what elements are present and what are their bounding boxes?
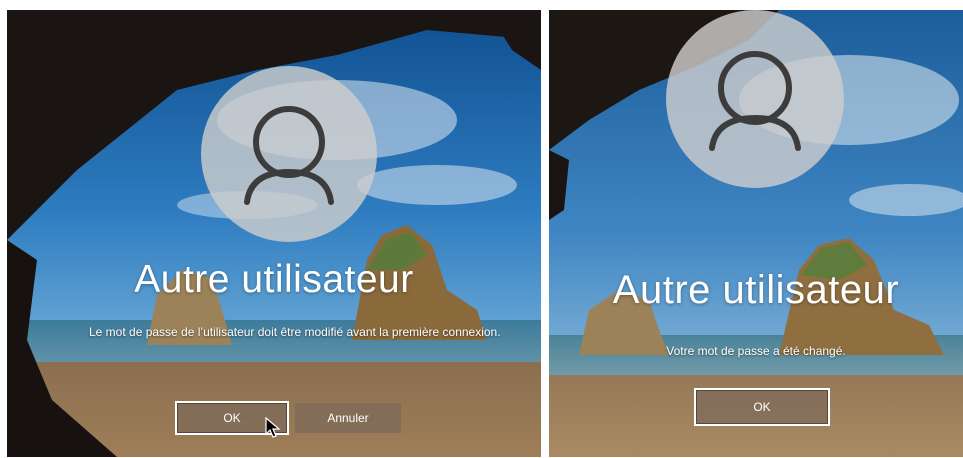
ok-button[interactable]: OK xyxy=(694,388,830,426)
user-name: Autre utilisateur xyxy=(612,268,900,312)
password-change-required-message: Le mot de passe de l’utilisateur doit êt… xyxy=(89,325,501,339)
lock-screen-right: Autre utilisateur Votre mot de passe a é… xyxy=(549,10,963,457)
password-changed-message: Votre mot de passe a été changé. xyxy=(666,344,846,358)
lock-screen-left: Autre utilisateur Le mot de passe de l’u… xyxy=(7,10,541,457)
user-avatar xyxy=(201,66,377,242)
mouse-pointer-icon xyxy=(265,417,281,438)
user-avatar-icon xyxy=(244,106,334,205)
user-avatar xyxy=(666,10,844,188)
user-avatar-icon xyxy=(709,51,801,151)
cancel-button[interactable]: Annuler xyxy=(295,403,401,433)
user-name: Autre utilisateur xyxy=(134,258,414,301)
